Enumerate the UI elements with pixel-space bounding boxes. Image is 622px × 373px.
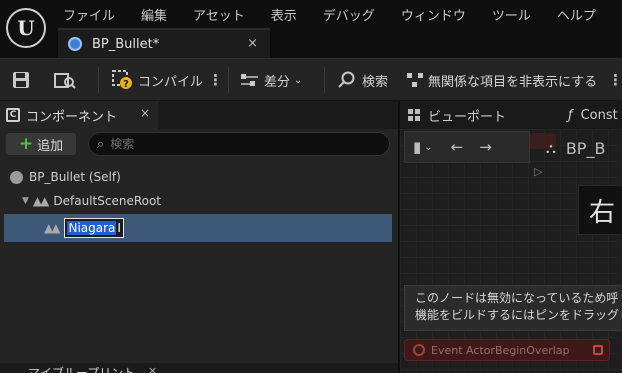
tab-my-blueprint[interactable]: マイブループリント [28, 364, 135, 373]
components-tab-label: コンポーネント [26, 109, 118, 125]
play-icon: ▷ [534, 165, 543, 178]
unreal-logo-icon[interactable]: U [6, 8, 46, 48]
function-icon: ƒ [568, 107, 573, 123]
menu-help[interactable]: ヘルプ [544, 5, 609, 24]
toolbar-divider [324, 67, 325, 93]
toolbar-overflow-button[interactable]: ⋮ [608, 59, 622, 101]
graph-breadcrumb: ⛬ BP_B [546, 139, 605, 158]
components-panel-tabbar: C コンポーネント × [0, 101, 398, 129]
find-label: 検索 [362, 74, 389, 90]
my-blueprint-tabbar: マイブループリント × [0, 363, 398, 373]
rename-component-field[interactable]: Niagara I [64, 218, 124, 238]
menu-window[interactable]: ウィンドウ [388, 5, 479, 24]
toolbar-divider [228, 67, 229, 93]
components-search[interactable]: ⌕ [88, 132, 390, 156]
menu-tools[interactable]: ツール [479, 5, 544, 24]
save-icon [13, 72, 29, 88]
niagara-component-icon: ▲▲ [44, 221, 61, 235]
rename-selected-text: Niagara [67, 221, 117, 235]
graph-hierarchy-icon: ⛬ [546, 140, 556, 157]
close-icon[interactable]: × [140, 106, 150, 120]
graph-navigation-bar: ▮ ⌄ ← → [404, 131, 530, 163]
scene-component-icon: ▲▲ [32, 194, 50, 208]
tree-item-niagara[interactable]: ▲▲ Niagara I [4, 214, 392, 242]
hide-unrelated-icon [407, 73, 423, 87]
tree-item-label: DefaultSceneRoot [53, 194, 162, 208]
document-tab-bp-bullet[interactable]: BP_Bullet* × [58, 28, 270, 58]
diff-icon [241, 74, 258, 86]
graph-watermark-label: 右 [578, 185, 622, 235]
components-search-input[interactable] [110, 137, 371, 151]
blueprint-toolbar: ? コンパイル ⋮ 差分 ⌄ 検索 無関係な項目を非表示にする ⋮ [0, 58, 622, 100]
find-in-blueprint-icon [338, 71, 355, 88]
more-options-icon: ⋮ [608, 71, 622, 89]
menu-asset[interactable]: アセット [180, 5, 258, 24]
menu-file[interactable]: ファイル [50, 5, 128, 24]
event-node-label: Event ActorBeginOverlap [431, 343, 570, 357]
toolbar-divider [98, 67, 99, 93]
diff-button[interactable]: 差分 ⌄ [240, 59, 302, 101]
close-icon[interactable]: × [148, 364, 157, 373]
tooltip-line: 機能をビルドするにはピンをドラッグし [415, 308, 622, 322]
tab-components[interactable]: C コンポーネント × [0, 101, 158, 129]
hide-unrelated-label: 無関係な項目を非表示にする [428, 74, 598, 90]
disabled-node-tooltip: このノードは無効になっているため呼 機能をビルドするにはピンをドラッグし [404, 285, 622, 331]
document-tab-title: BP_Bullet* [92, 36, 160, 52]
tab-viewport[interactable]: ビューポート [408, 101, 506, 129]
editor-tabbar: ビューポート ƒ Const [400, 101, 622, 129]
exec-pin-icon[interactable] [593, 345, 603, 355]
back-arrow-icon[interactable]: ← [451, 138, 464, 156]
blueprint-class-icon [68, 37, 82, 51]
tree-item-self[interactable]: BP_Bullet (Self) [4, 164, 392, 190]
compile-label: コンパイル [138, 74, 204, 90]
forward-arrow-icon[interactable]: → [479, 138, 492, 156]
viewport-icon [408, 109, 420, 121]
tooltip-line: このノードは無効になっているため呼 [415, 291, 619, 305]
compile-warning-icon: ? [112, 70, 132, 90]
close-tab-icon[interactable]: × [247, 36, 258, 51]
menu-edit[interactable]: 編集 [128, 5, 180, 24]
diff-label: 差分 [264, 74, 291, 90]
plus-icon: + [18, 133, 34, 154]
breadcrumb-title: BP_B [565, 139, 606, 158]
more-options-icon: ⋮ [208, 71, 223, 89]
event-graph-canvas[interactable]: Event BeginPlay ▮ ⌄ ← → ⛬ BP_B ▷ 右 このノード… [400, 129, 622, 373]
chevron-down-icon: ⌄ [294, 74, 303, 86]
components-tab-icon: C [6, 108, 20, 122]
expand-arrow-icon[interactable]: ▼ [22, 196, 29, 206]
hide-unrelated-button[interactable]: 無関係な項目を非表示にする [406, 59, 597, 101]
menu-debug[interactable]: デバッグ [310, 5, 388, 24]
chevron-down-icon[interactable]: ⌄ [424, 142, 432, 153]
viewport-tab-label: ビューポート [428, 109, 507, 125]
search-icon: ⌕ [97, 136, 105, 152]
event-actor-begin-overlap-node[interactable]: Event ActorBeginOverlap [404, 339, 610, 361]
browse-folder-icon [54, 73, 76, 89]
menu-view[interactable]: 表示 [258, 5, 310, 24]
add-label: 追加 [37, 138, 64, 154]
add-component-button[interactable]: + 追加 [6, 133, 76, 155]
construction-tab-label: Const [580, 107, 618, 123]
tree-item-label: BP_Bullet (Self) [29, 170, 121, 184]
compile-options-button[interactable]: ⋮ [208, 59, 223, 101]
find-button[interactable]: 検索 [338, 59, 388, 101]
menu-bar: ファイル 編集 アセット 表示 デバッグ ウィンドウ ツール ヘルプ [50, 0, 609, 28]
event-icon [413, 344, 425, 356]
save-button[interactable] [12, 59, 30, 101]
browse-button[interactable] [54, 59, 76, 101]
tab-construction-script[interactable]: ƒ Const [568, 101, 618, 129]
compile-button[interactable]: ? コンパイル [112, 59, 203, 101]
tree-item-default-scene-root[interactable]: ▼ ▲▲ DefaultSceneRoot [4, 188, 392, 214]
text-cursor-icon: I [117, 221, 121, 235]
title-bar: U ファイル 編集 アセット 表示 デバッグ ウィンドウ ツール ヘルプ BP_… [0, 0, 622, 58]
svg-text:?: ? [123, 79, 129, 90]
blueprint-self-icon [10, 170, 23, 184]
bookmark-icon[interactable]: ▮ [413, 138, 421, 156]
